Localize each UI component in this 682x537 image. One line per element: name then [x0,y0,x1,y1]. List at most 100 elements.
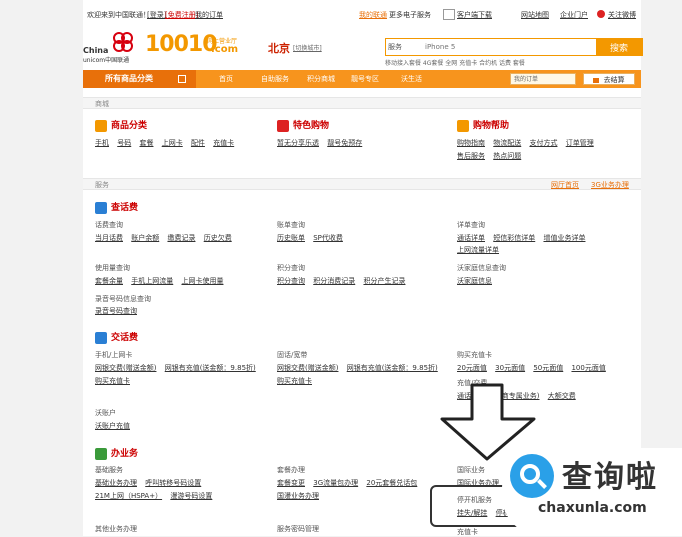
plan-change-link[interactable]: 套餐变更 [277,479,305,487]
mall-link-plan[interactable]: 套餐 [139,139,153,147]
welcome-text: 欢迎来到中国联通！ [87,11,150,19]
vas-detail-link[interactable]: 增值业务详单 [543,234,585,242]
history-arrears-link[interactable]: 历史欠费 [204,234,232,242]
mall-link-phone[interactable]: 手机 [95,139,109,147]
nav-number-zone[interactable]: 靓号专区 [351,70,379,88]
weibo-icon [597,10,605,18]
city-switch-link[interactable]: [切换城市] [293,43,322,52]
points-earn-link[interactable]: 积分产生记录 [363,277,405,285]
usage-query-label: 使用量查询 [95,264,130,272]
mobile-data-link[interactable]: 手机上网流量 [131,277,173,285]
client-download-link[interactable]: 客户端下载 [457,10,492,20]
help-link-orders[interactable]: 订单管理 [566,139,594,147]
plan-remaining-link[interactable]: 套餐余量 [95,277,123,285]
3g-business-link[interactable]: 3G业务办理 [591,179,629,191]
mobile-bank-pay-link[interactable]: 网银交费(赠送金额) [95,364,156,372]
help-link-guide[interactable]: 购物指南 [457,139,485,147]
enterprise-link[interactable]: 企业门户 [560,10,588,20]
wo-account-topup-link[interactable]: 沃账户充值 [95,421,130,431]
china-unicom-logo[interactable]: China unicom中国联通 [83,28,143,64]
magnifier-logo-icon [510,454,554,498]
history-statement-link[interactable]: 历史账单 [277,234,305,242]
search-hot-words[interactable]: 移动接入套餐 4G套餐 全网 充值卡 合约机 话费 套餐 [385,58,525,67]
buy-card-label: 购买充值卡 [457,351,492,359]
intl-business-label: 国际业务 [457,466,485,474]
card-100-link[interactable]: 100元面值 [571,364,605,372]
3g-data-pack-link[interactable]: 3G流量包办理 [313,479,358,487]
feature-link-1[interactable]: 暂无分享乐透 [277,139,319,147]
nav-points-mall[interactable]: 积分商城 [307,70,335,88]
search-type-select[interactable]: 服务 [388,41,420,53]
account-balance-link[interactable]: 账户余额 [131,234,159,242]
help-link-faq[interactable]: 热点问题 [493,152,521,160]
card-30-link[interactable]: 30元面值 [495,364,525,372]
fixed-pay-label: 固话/宽带 [277,351,308,359]
mobile-pay-links: 网银交费(赠送金额) 网银有充值(送金额：9.85折) [95,363,262,373]
fixed-bank-pay-link[interactable]: 网银交费(赠送金额) [277,364,338,372]
fixed-buy-card-link[interactable]: 购买充值卡 [277,376,312,386]
search-input[interactable] [422,39,582,55]
login-link[interactable]: [登录] [147,10,166,20]
help-link-delivery[interactable]: 物流配送 [493,139,521,147]
20yuan-pack-link[interactable]: 20元套餐兑话包 [366,479,417,487]
nav-my-order-button[interactable]: 我的订单 [510,73,576,85]
call-forward-link[interactable]: 呼叫转移号码设置 [145,479,201,487]
search-button[interactable]: 搜索 [596,39,642,55]
mobile-bank-topup-link[interactable]: 网银有充值(送金额：9.85折) [165,364,256,372]
nav-home[interactable]: 首页 [219,70,233,88]
sms-detail-link[interactable]: 短信彩信详单 [493,234,535,242]
datacard-usage-link[interactable]: 上网卡使用量 [181,277,223,285]
current-month-bill-link[interactable]: 当月话费 [95,234,123,242]
watermark-url: chaxunla.com [538,500,647,516]
follow-weibo-link[interactable]: 关注微博 [608,10,636,20]
watermark: 查询啦 chaxunla.com [502,448,682,536]
query-bill-title: 查话费 [95,200,138,214]
nav-wo-life[interactable]: 沃生活 [401,70,422,88]
call-detail-link[interactable]: 通话详单 [457,234,485,242]
mobile-buy-card-link[interactable]: 购买充值卡 [95,376,130,386]
mall-link-datacard[interactable]: 上网卡 [162,139,183,147]
mall-link-accessory[interactable]: 配件 [191,139,205,147]
query-bill-label: 查话费 [111,203,139,213]
mall-link-topup-card[interactable]: 充值卡 [213,139,234,147]
mall-link-number[interactable]: 号码 [117,139,131,147]
other-business-label: 其他业务办理 [95,525,137,533]
cart-button[interactable]: 去结算 [583,73,635,85]
card-50-link[interactable]: 50元面值 [533,364,563,372]
search-box: 服务 搜索 [385,38,643,56]
sitemap-link[interactable]: 网站地图 [521,10,549,20]
register-link[interactable]: [免费注册] [165,10,198,20]
fixed-pay-links: 网银交费(赠送金额) 网银有充值(送金额：9.85折) [277,363,444,373]
data-detail-link[interactable]: 上网流量详单 [457,245,499,255]
points-query-link[interactable]: 积分查询 [277,277,305,285]
more-services-menu[interactable]: 更多电子服务 [389,10,431,20]
intl-roaming-link[interactable]: 国漫业务办理 [277,491,319,501]
points-spend-link[interactable]: 积分消费记录 [313,277,355,285]
help-link-aftersale[interactable]: 售后服务 [457,152,485,160]
nav-self-service[interactable]: 自助服务 [261,70,289,88]
my-unicom-link[interactable]: 我的联通 [359,10,387,20]
sp-fee-link[interactable]: SP代收费 [313,234,343,242]
card-20-link[interactable]: 20元面值 [457,364,487,372]
fixed-bank-topup-link[interactable]: 网银有充值(送金额：9.85折) [347,364,438,372]
gift-icon [277,119,289,132]
service-home-link[interactable]: 网厅首页 [551,179,579,191]
statement-query-label: 账单查询 [277,221,305,229]
services-section-header: 服务 网厅首页 3G业务办理 [83,178,641,190]
basic-service-links-1: 基础业务办理 呼叫转移号码设置 [95,478,207,488]
mall-help-label: 购物帮助 [473,121,510,131]
payment-records-link[interactable]: 缴费记录 [167,234,195,242]
recording-query-link[interactable]: 录音号码查询 [95,306,137,316]
password-manage-label: 服务密码管理 [277,525,319,533]
wo-family-link[interactable]: 沃家庭信息 [457,276,492,286]
my-order-link[interactable]: 我的订单 [195,10,223,20]
all-categories-button[interactable]: 所有商品分类 [83,70,196,88]
large-pay-link[interactable]: 大额交费 [548,392,576,400]
usage-query-links: 套餐余量 手机上网流量 上网卡使用量 [95,276,229,286]
help-link-payment[interactable]: 支付方式 [529,139,557,147]
feature-link-2[interactable]: 靓号免预存 [327,139,362,147]
grid-icon [95,119,107,132]
basic-business-link[interactable]: 基础业务办理 [95,479,137,487]
roaming-setting-link[interactable]: 漫游号码设置 [170,492,212,500]
21m-link[interactable]: 21M上网（HSPA+） [95,492,162,500]
